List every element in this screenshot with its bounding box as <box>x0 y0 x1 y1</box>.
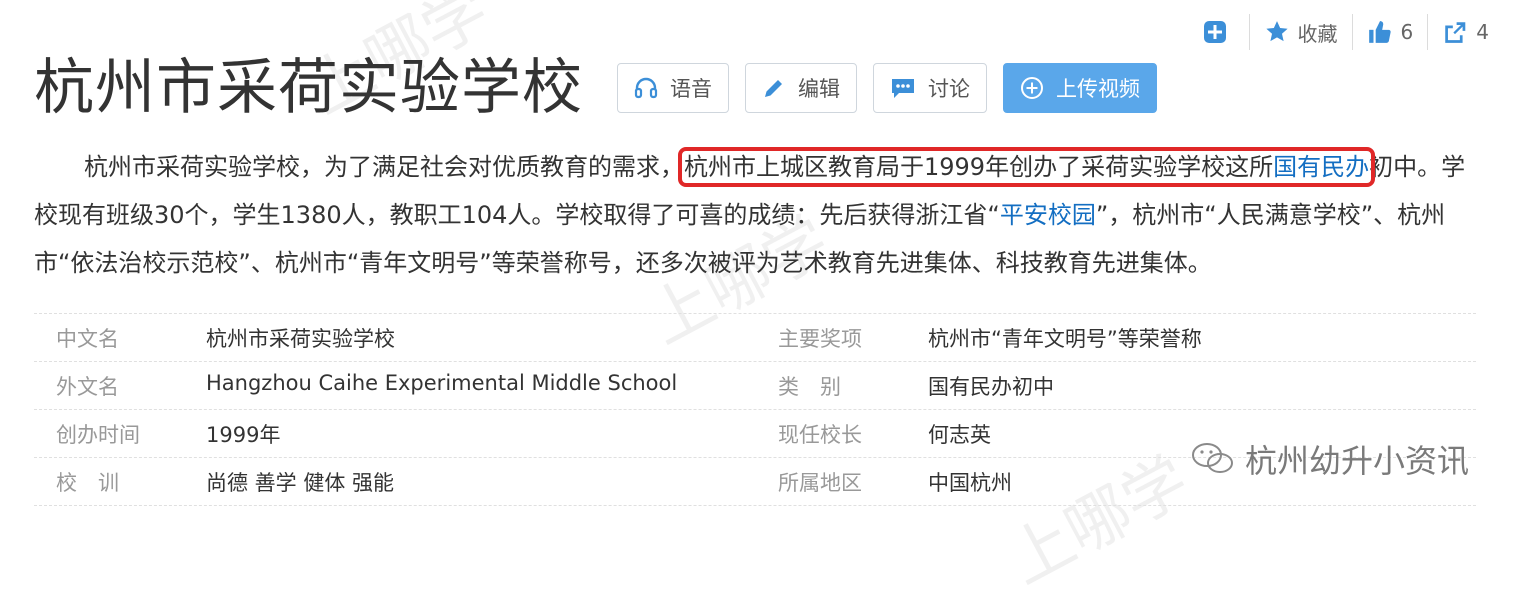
watermark-text: 杭州幼升小资讯 <box>1244 442 1469 480</box>
discuss-label: 讨论 <box>928 77 970 101</box>
info-value: Hangzhou Caihe Experimental Middle Schoo… <box>206 370 678 395</box>
chat-icon <box>892 79 914 98</box>
summary-paragraph: 杭州市采荷实验学校，为了满足社会对优质教育的需求，杭州市上城区教育局于1999年… <box>34 143 1484 287</box>
upload-video-button[interactable]: 上传视频 <box>1003 63 1157 113</box>
info-label: 中文名 <box>56 326 119 351</box>
highlighted-sentence: 杭州市上城区教育局于1999年创办了采荷实验学校这所国有民办 <box>677 147 1376 187</box>
audio-button[interactable]: 语音 <box>617 63 729 113</box>
favorite-button[interactable]: 收藏 <box>1248 14 1352 50</box>
edit-button[interactable]: 编辑 <box>745 63 857 113</box>
entry-actions: 语音 编辑 讨论 上传视频 <box>617 63 1157 113</box>
info-row: 中文名 杭州市采荷实验学校 主要奖项 杭州市“青年文明号”等荣誉称 <box>34 313 1476 362</box>
info-label: 创办时间 <box>56 422 140 447</box>
thumbs-up-icon <box>1368 21 1391 43</box>
info-value: 中国杭州 <box>928 470 1012 495</box>
like-button[interactable]: 6 <box>1351 14 1428 50</box>
info-value: 1999年 <box>206 422 281 447</box>
info-value: 国有民办初中 <box>928 374 1054 399</box>
link-state-owned-private[interactable]: 国有民办 <box>1273 153 1369 181</box>
info-label: 类 别 <box>778 374 841 399</box>
discuss-button[interactable]: 讨论 <box>873 63 987 113</box>
link-safe-campus[interactable]: 平安校园 <box>1000 201 1096 229</box>
info-label: 主要奖项 <box>778 326 862 351</box>
share-count: 4 <box>1476 20 1489 44</box>
plus-square-icon <box>1203 21 1226 43</box>
highlight-text: 杭州市上城区教育局于1999年创办了采荷实验学校这所 <box>684 153 1274 181</box>
like-count: 6 <box>1400 20 1414 44</box>
wechat-icon <box>1191 443 1233 473</box>
entry-toolbar: 收藏 6 4 <box>1189 14 1503 50</box>
share-button[interactable]: 4 <box>1427 14 1503 50</box>
info-value: 杭州市采荷实验学校 <box>206 326 395 351</box>
favorite-label: 收藏 <box>1297 21 1338 46</box>
info-label: 校 训 <box>56 470 119 495</box>
info-label: 外文名 <box>56 374 119 399</box>
edit-label: 编辑 <box>798 77 840 101</box>
info-label: 现任校长 <box>778 422 862 447</box>
add-button[interactable] <box>1189 14 1249 50</box>
plus-circle-icon <box>1021 77 1043 99</box>
wechat-watermark: 杭州幼升小资讯 <box>1191 436 1469 482</box>
info-value: 尚德 善学 健体 强能 <box>206 470 395 495</box>
page-title: 杭州市采荷实验学校 <box>34 53 583 123</box>
headphones-icon <box>634 77 658 99</box>
upload-video-label: 上传视频 <box>1056 77 1140 101</box>
info-row: 外文名 Hangzhou Caihe Experimental Middle S… <box>34 362 1476 410</box>
star-icon <box>1265 21 1288 42</box>
info-value: 杭州市“青年文明号”等荣誉称 <box>928 326 1202 351</box>
summary-text: 杭州市采荷实验学校，为了满足社会对优质教育的需求， <box>84 153 684 181</box>
share-icon <box>1445 22 1466 43</box>
audio-label: 语音 <box>670 77 712 101</box>
info-value: 何志英 <box>928 422 991 447</box>
pencil-icon <box>765 80 782 97</box>
info-label: 所属地区 <box>778 470 862 495</box>
